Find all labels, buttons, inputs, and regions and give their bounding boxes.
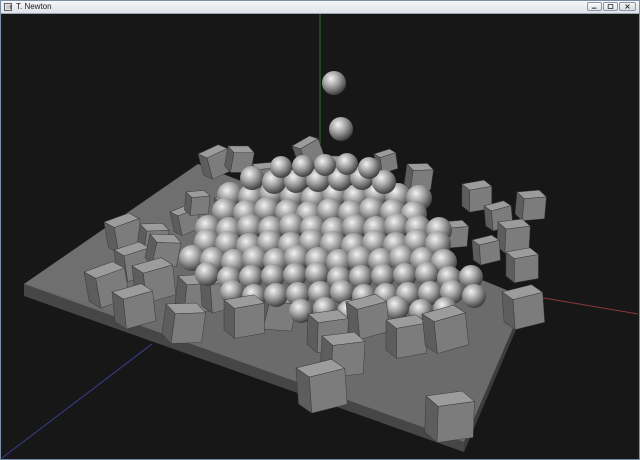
sphere <box>329 117 353 141</box>
window-controls <box>587 2 636 12</box>
sphere <box>240 166 264 190</box>
sphere <box>270 156 292 178</box>
window-title: T. Newton <box>16 2 52 11</box>
close-button[interactable] <box>619 2 636 11</box>
cube <box>223 294 266 339</box>
sphere <box>292 155 314 177</box>
maximize-icon <box>607 4 614 9</box>
cube <box>385 314 428 359</box>
minimize-icon <box>591 7 597 9</box>
3d-viewport[interactable] <box>2 14 638 459</box>
axis-z-line <box>2 343 153 459</box>
sphere <box>195 262 219 286</box>
sphere <box>358 157 380 179</box>
cube <box>295 358 348 414</box>
title-bar[interactable]: T. Newton <box>1 1 639 14</box>
minimize-button[interactable] <box>587 2 602 11</box>
cube <box>514 189 547 222</box>
sphere <box>336 153 358 175</box>
cube <box>501 284 545 331</box>
sphere <box>264 283 288 307</box>
cube <box>424 390 476 444</box>
app-window-icon[interactable] <box>4 3 12 11</box>
close-icon <box>625 4 630 9</box>
maximize-button[interactable] <box>603 2 618 11</box>
app-window: T. Newton <box>0 0 640 460</box>
cube <box>505 247 539 284</box>
sphere <box>314 154 336 176</box>
cube <box>184 190 211 217</box>
sphere <box>462 284 486 308</box>
sphere <box>322 71 346 95</box>
physics-scene <box>2 14 638 459</box>
cube <box>471 234 501 266</box>
